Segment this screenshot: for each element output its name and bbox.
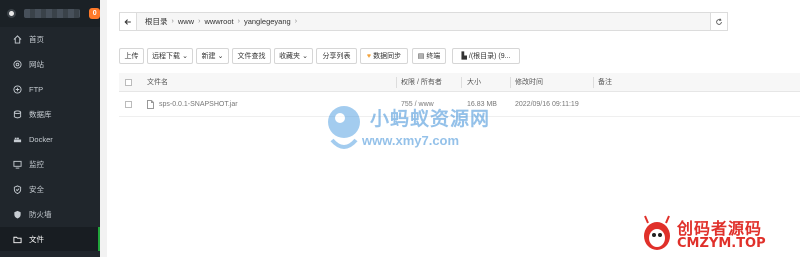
heart-icon: ♥: [366, 52, 372, 60]
sidebar-item-label: 数据库: [29, 109, 52, 119]
file-name[interactable]: sps-0.0.1-SNAPSHOT.jar: [159, 92, 238, 116]
sidebar-item-files[interactable]: 文件: [0, 227, 100, 251]
notification-badge[interactable]: 0: [89, 8, 100, 19]
sidebar-item-label: FTP: [29, 84, 44, 94]
sidebar-item-label: 监控: [29, 159, 44, 169]
terminal-icon: ▤: [417, 53, 425, 60]
shield-icon: [13, 184, 22, 194]
breadcrumb-yanglegeyang[interactable]: yanglegeyang: [240, 17, 295, 26]
sidebar-item-website[interactable]: 网站: [0, 52, 100, 76]
sidebar-item-database[interactable]: 数据库: [0, 102, 100, 126]
disk-label: /(根目录) (9...: [468, 53, 511, 60]
sidebar-item-home[interactable]: 首页: [0, 27, 100, 51]
row-checkbox[interactable]: [125, 92, 132, 116]
column-divider: [396, 77, 397, 88]
disk-button[interactable]: ▙/(根目录) (9...: [452, 48, 520, 64]
sidebar-item-monitor[interactable]: 监控: [0, 152, 100, 176]
chevron-down-icon: ⌄: [182, 53, 188, 60]
remote-download-label: 远程下载: [152, 53, 181, 60]
sidebar-item-firewall[interactable]: 防火墙: [0, 202, 100, 226]
firewall-icon: [13, 210, 22, 219]
header-filename[interactable]: 文件名: [147, 73, 168, 91]
new-label: 新建: [201, 53, 216, 60]
terminal-button[interactable]: ▤ 终端: [412, 48, 446, 64]
sidebar-item-label: 文件: [29, 234, 44, 244]
path-bar[interactable]: 根目录 › www › wwwroot › yanglegeyang ›: [119, 12, 728, 31]
share-list-button[interactable]: 分享列表: [316, 48, 357, 64]
file-search-button[interactable]: 文件查找: [232, 48, 271, 64]
column-divider: [510, 77, 511, 88]
header-size[interactable]: 大小: [467, 73, 481, 91]
monitor-icon: [13, 160, 22, 169]
file-icon: [147, 92, 154, 116]
new-button[interactable]: 新建 ⌄: [196, 48, 229, 64]
sidebar-item-label: 网站: [29, 59, 44, 69]
remote-download-button[interactable]: 远程下载 ⌄: [147, 48, 193, 64]
table-header: 文件名 权限 / 所有者 大小 修改时间 备注: [119, 73, 800, 92]
terminal-label: 终端: [426, 53, 441, 60]
folder-icon: [13, 235, 22, 244]
select-all-checkbox[interactable]: [125, 73, 132, 91]
ftp-icon: [13, 84, 22, 94]
header-modified-time[interactable]: 修改时间: [515, 73, 543, 91]
home-icon: [13, 34, 22, 44]
ant-mascot-icon: [644, 215, 670, 250]
upload-label: 上传: [124, 53, 139, 60]
chevron-right-icon: ›: [294, 18, 298, 25]
breadcrumb-root[interactable]: 根目录: [141, 16, 172, 27]
chevron-down-icon: ⌄: [302, 53, 308, 60]
data-sync-label: 数据同步: [373, 53, 402, 60]
column-divider: [461, 77, 462, 88]
share-list-label: 分享列表: [322, 53, 351, 60]
favorites-button[interactable]: 收藏夹 ⌄: [274, 48, 313, 64]
server-name-redacted: [23, 9, 81, 18]
docker-icon: [13, 135, 22, 144]
globe-icon: [13, 59, 22, 69]
sidebar-item-label: Docker: [29, 134, 53, 144]
sidebar-item-label: 防火墙: [29, 209, 52, 219]
data-sync-button[interactable]: ♥ 数据同步: [360, 48, 408, 64]
sidebar-header: 0: [0, 0, 100, 27]
panel-logo-icon: [7, 9, 16, 18]
sidebar-item-security[interactable]: 安全: [0, 177, 100, 201]
back-arrow-icon[interactable]: [120, 13, 137, 30]
chevron-down-icon: ⌄: [217, 53, 224, 60]
watermark-title: 小蚂蚁资源网: [370, 109, 491, 130]
watermark-url: www.xmy7.com: [362, 133, 460, 148]
sidebar-item-docker[interactable]: Docker: [0, 127, 100, 151]
sidebar-item-label: 安全: [29, 184, 44, 194]
watermark-xmy7: 小蚂蚁资源网 www.xmy7.com: [322, 98, 502, 158]
database-icon: [13, 109, 22, 119]
sidebar: 0 首页 网站 FTP 数据库 Docker 监控 安全 防火墙 文件: [0, 0, 100, 257]
breadcrumb-www[interactable]: www: [174, 17, 198, 26]
watermark-url: CMZYM.TOP: [677, 236, 766, 251]
file-modified-time: 2022/09/16 09:11:19: [515, 100, 579, 108]
file-search-label: 文件查找: [237, 53, 266, 60]
sidebar-item-ftp[interactable]: FTP: [0, 77, 100, 101]
sidebar-item-label: 首页: [29, 34, 44, 44]
watermark-cmzym: 创码者源码 CMZYM.TOP: [636, 212, 800, 257]
favorites-label: 收藏夹: [279, 53, 301, 60]
column-divider: [593, 77, 594, 88]
breadcrumb-wwwroot[interactable]: wwwroot: [200, 17, 237, 26]
refresh-icon[interactable]: [710, 13, 727, 30]
disk-icon: ▙: [461, 53, 467, 60]
upload-button[interactable]: 上传: [119, 48, 144, 64]
header-permission[interactable]: 权限 / 所有者: [401, 73, 442, 91]
ant-logo-icon: [328, 106, 360, 149]
header-note: 备注: [598, 79, 612, 86]
